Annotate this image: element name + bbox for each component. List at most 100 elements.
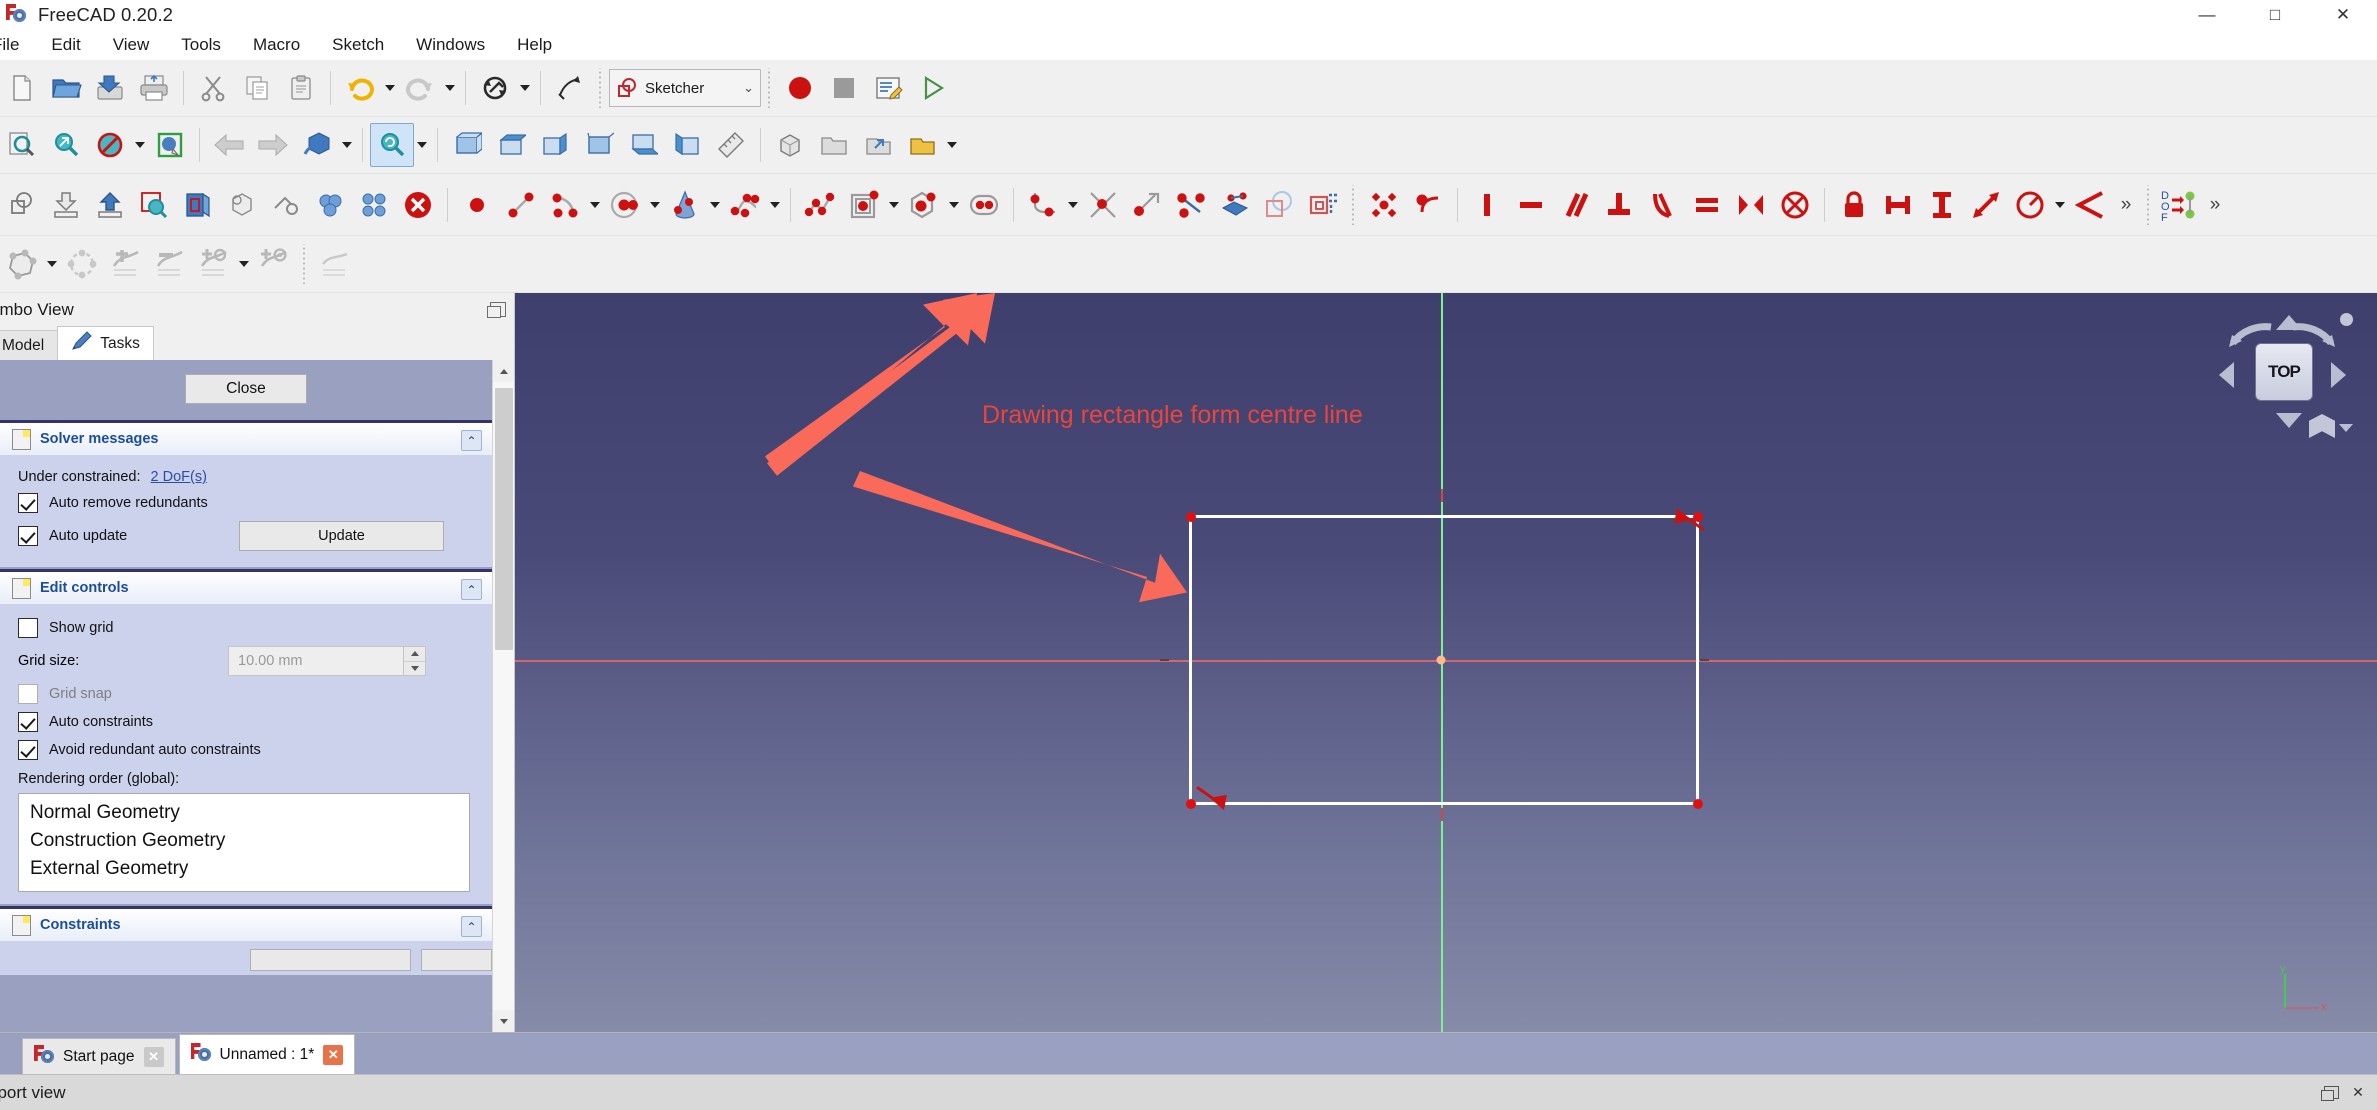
create-conic-icon[interactable] <box>663 183 707 227</box>
menu-macro[interactable]: Macro <box>237 31 316 59</box>
redo-icon[interactable] <box>398 66 442 110</box>
constrain-horizontal-icon[interactable] <box>1509 183 1553 227</box>
reorient-sketch-icon[interactable] <box>264 183 308 227</box>
view-section-icon[interactable] <box>176 183 220 227</box>
back-icon[interactable] <box>207 123 251 167</box>
create-polyline-icon[interactable] <box>798 183 842 227</box>
auto-update-row[interactable]: Auto update Update <box>0 517 492 555</box>
rectangle-vertex-top-right[interactable] <box>1693 512 1703 522</box>
avoid-redundant-row[interactable]: Avoid redundant auto constraints <box>0 736 492 764</box>
menu-sketch[interactable]: Sketch <box>316 31 400 59</box>
menu-view[interactable]: View <box>97 31 166 59</box>
toolbar-grip[interactable] <box>1349 184 1358 225</box>
split-edge-icon[interactable] <box>1169 183 1213 227</box>
export-sketch-icon[interactable] <box>88 183 132 227</box>
draw-style-icon[interactable] <box>88 123 132 167</box>
sketcher-remove-axes-icon[interactable] <box>148 242 192 286</box>
constraints-filter-field[interactable] <box>250 949 412 971</box>
avoid-redundant-checkbox[interactable] <box>18 740 38 760</box>
create-point-icon[interactable] <box>455 183 499 227</box>
create-polygon-icon[interactable] <box>902 183 946 227</box>
workbench-selector[interactable]: Sketcher ⌄ <box>609 69 761 107</box>
constrain-angle-icon[interactable] <box>2068 183 2112 227</box>
close-tab-icon[interactable]: ✕ <box>143 1046 164 1067</box>
sketcher-clone-icon[interactable] <box>60 242 104 286</box>
sketch-origin-point[interactable] <box>1436 655 1446 665</box>
scroll-up-icon[interactable] <box>492 360 514 382</box>
copy-icon[interactable] <box>235 66 279 110</box>
menu-help[interactable]: Help <box>501 31 568 59</box>
navcube-cube-icon[interactable] <box>2309 414 2335 438</box>
navcube-face[interactable]: TOP <box>2255 343 2313 401</box>
scroll-down-icon[interactable] <box>492 1010 514 1032</box>
maximize-button[interactable]: □ <box>2241 0 2309 30</box>
tab-model[interactable]: Model <box>0 330 59 360</box>
sync-view-caret-icon[interactable] <box>414 125 430 165</box>
left-view-icon[interactable] <box>665 123 709 167</box>
bottom-view-icon[interactable] <box>621 123 665 167</box>
carbon-copy-icon[interactable] <box>1257 183 1301 227</box>
link-actions-icon[interactable] <box>900 123 944 167</box>
constrain-symmetric-icon[interactable] <box>1729 183 1773 227</box>
sketcher-rect-array-caret-icon[interactable] <box>236 244 252 284</box>
auto-remove-redundants-checkbox[interactable] <box>18 493 38 513</box>
dof-link[interactable]: 2 DoF(s) <box>151 469 207 485</box>
rectangle-vertex-top-left[interactable] <box>1186 512 1196 522</box>
extend-edge-icon[interactable] <box>1125 183 1169 227</box>
list-item[interactable]: Normal Geometry <box>19 799 469 827</box>
sketcher-overflow-icon[interactable]: » <box>2201 185 2229 225</box>
toolbar-grip[interactable] <box>300 244 309 284</box>
merge-sketches-icon[interactable] <box>352 183 396 227</box>
constrain-distance-y-icon[interactable] <box>1920 183 1964 227</box>
grid-size-stepper[interactable]: 10.00 mm <box>228 646 426 676</box>
refresh-icon[interactable] <box>473 66 517 110</box>
constrain-coincident-icon[interactable] <box>1362 183 1406 227</box>
right-view-icon[interactable] <box>533 123 577 167</box>
create-fillet-caret-icon[interactable] <box>1065 185 1081 225</box>
forward-icon[interactable] <box>251 123 295 167</box>
fit-selection-icon[interactable] <box>44 123 88 167</box>
document-tab-start-page[interactable]: Start page ✕ <box>22 1038 176 1074</box>
list-item[interactable]: External Geometry <box>19 855 469 883</box>
cut-icon[interactable] <box>191 66 235 110</box>
create-rectangle-caret-icon[interactable] <box>886 185 902 225</box>
create-arc-caret-icon[interactable] <box>587 185 603 225</box>
fit-all-icon[interactable] <box>0 123 44 167</box>
constrain-lock-icon[interactable] <box>1832 183 1876 227</box>
map-sketch-icon[interactable] <box>220 183 264 227</box>
measure-icon[interactable] <box>709 123 753 167</box>
auto-constraints-row[interactable]: Auto constraints <box>0 708 492 736</box>
solver-collapse-icon[interactable]: ⌃ <box>461 430 482 451</box>
paste-icon[interactable] <box>279 66 323 110</box>
constrain-vertical-icon[interactable] <box>1465 183 1509 227</box>
update-button[interactable]: Update <box>239 521 444 551</box>
constraints-collapse-icon[interactable]: ⌃ <box>461 916 482 937</box>
constraints-settings-button[interactable] <box>421 949 492 971</box>
grid-size-down-icon[interactable] <box>404 661 425 675</box>
navigation-cube[interactable]: TOP <box>2207 305 2357 440</box>
sync-view-icon[interactable] <box>370 123 414 167</box>
menu-windows[interactable]: Windows <box>400 31 501 59</box>
minimize-button[interactable]: — <box>2173 0 2241 30</box>
tab-tasks[interactable]: Tasks <box>57 326 154 360</box>
redo-dropdown-caret-icon[interactable] <box>442 68 458 108</box>
menu-tools[interactable]: Tools <box>165 31 237 59</box>
rendering-order-list[interactable]: Normal Geometry Construction Geometry Ex… <box>18 793 470 892</box>
create-conic-caret-icon[interactable] <box>707 185 723 225</box>
tasks-scrollbar[interactable] <box>492 360 514 1032</box>
trim-edge-icon[interactable] <box>1081 183 1125 227</box>
navcube-corner-dot-icon[interactable] <box>2340 313 2353 326</box>
link-actions-caret-icon[interactable] <box>944 125 960 165</box>
create-bspline-icon[interactable] <box>723 183 767 227</box>
toolbar-grip[interactable] <box>2144 184 2153 225</box>
macro-edit-icon[interactable] <box>866 66 910 110</box>
navcube-left-arrow-icon[interactable] <box>2219 362 2234 388</box>
constrain-block-icon[interactable] <box>1773 183 1817 227</box>
constrain-radius-caret-icon[interactable] <box>2052 185 2068 225</box>
axonometric-icon[interactable] <box>148 123 192 167</box>
grid-size-up-icon[interactable] <box>404 647 425 662</box>
show-grid-checkbox[interactable] <box>18 618 38 638</box>
grid-size-arrows[interactable] <box>403 647 425 675</box>
edit-controls-header[interactable]: Edit controls ⌃ <box>0 569 492 604</box>
constraints-header[interactable]: Constraints ⌃ <box>0 906 492 941</box>
